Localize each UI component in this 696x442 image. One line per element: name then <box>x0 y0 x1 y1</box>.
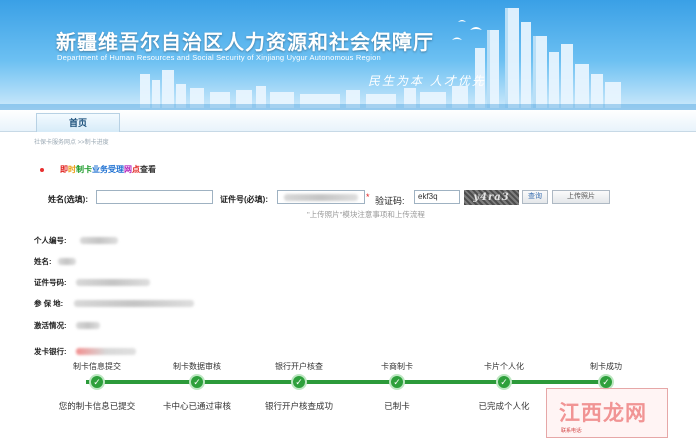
step-title: 银行开户核查 <box>275 362 323 371</box>
watermark-text: 江西龙网 <box>559 401 647 425</box>
redacted-bank <box>76 348 136 355</box>
check-icon: ✓ <box>389 374 405 390</box>
step-description: 已完成个人化 <box>478 401 530 411</box>
redacted-activation <box>76 322 100 329</box>
watermark-logo: 江西龙网 联系电话: <box>546 388 668 438</box>
check-icon: ✓ <box>291 374 307 390</box>
step-description: 已制卡 <box>384 401 410 411</box>
step-title: 制卡成功 <box>590 362 622 371</box>
upload-photo-button[interactable]: 上传照片 <box>552 190 610 204</box>
redacted-personal-id <box>80 237 118 244</box>
step-title: 卡片个人化 <box>484 362 524 371</box>
bullet-icon <box>40 167 44 172</box>
id-input[interactable] <box>277 190 365 204</box>
notice-link[interactable]: 即时制卡业务受理网点查看 <box>40 164 156 175</box>
breadcrumb: 社保卡服务网点 >>制卡进度 <box>34 140 109 146</box>
progress-track <box>86 380 612 384</box>
redacted-insured-place <box>74 300 194 307</box>
required-mark: * <box>366 192 370 202</box>
site-slogan: 民生为本 人才优先 <box>368 74 486 88</box>
notice-part: 点 <box>132 165 140 174</box>
redacted-id-number <box>76 279 150 286</box>
captcha-input[interactable]: ekf3q <box>414 190 460 204</box>
notice-part: 时 <box>68 165 76 174</box>
step-description: 银行开户核查成功 <box>264 401 333 411</box>
name-info-label: 姓名: <box>34 257 52 266</box>
step-description: 您的制卡信息已提交 <box>58 401 136 411</box>
bank-label: 发卡银行: <box>34 347 67 356</box>
nav-home-tab[interactable]: 首页 <box>36 113 120 132</box>
captcha-label: 验证码: <box>375 196 405 206</box>
activation-label: 激活情况: <box>34 321 67 330</box>
step-title: 制卡数据审核 <box>173 362 221 371</box>
redacted-name <box>58 258 76 265</box>
query-button[interactable]: 查询 <box>522 190 548 204</box>
notice-part: 网 <box>124 165 132 174</box>
site-title: 新疆维吾尔自治区人力资源和社会保障厅 <box>56 30 434 54</box>
insured-place-label: 参 保 地: <box>34 299 64 308</box>
site-subtitle: Department of Human Resources and Social… <box>57 53 381 62</box>
name-input[interactable] <box>96 190 213 204</box>
notice-part: 业务受理 <box>92 165 124 174</box>
notice-part: 即 <box>60 165 68 174</box>
name-label: 姓名(选填): <box>48 195 88 204</box>
id-number-label: 证件号码: <box>34 278 67 287</box>
id-label: 证件号(必填): <box>220 195 268 204</box>
check-icon: ✓ <box>496 374 512 390</box>
watermark-contact: 联系电话: <box>561 428 583 434</box>
check-icon: ✓ <box>89 374 105 390</box>
step-description: 卡中心已通过审核 <box>162 401 231 411</box>
notice-part: 查看 <box>140 165 156 174</box>
personal-id-label: 个人编号: <box>34 236 67 245</box>
captcha-image[interactable]: y4ra3 <box>464 190 519 205</box>
step-title: 制卡信息提交 <box>73 362 121 371</box>
notice-part: 制卡 <box>76 165 92 174</box>
check-icon: ✓ <box>189 374 205 390</box>
redacted-id <box>284 194 358 201</box>
header-banner: 新疆维吾尔自治区人力资源和社会保障厅 Department of Human R… <box>0 0 696 110</box>
upload-hint-link[interactable]: "上传照片"模块注意事项和上传流程 <box>307 209 425 220</box>
step-title: 卡商制卡 <box>381 362 413 371</box>
